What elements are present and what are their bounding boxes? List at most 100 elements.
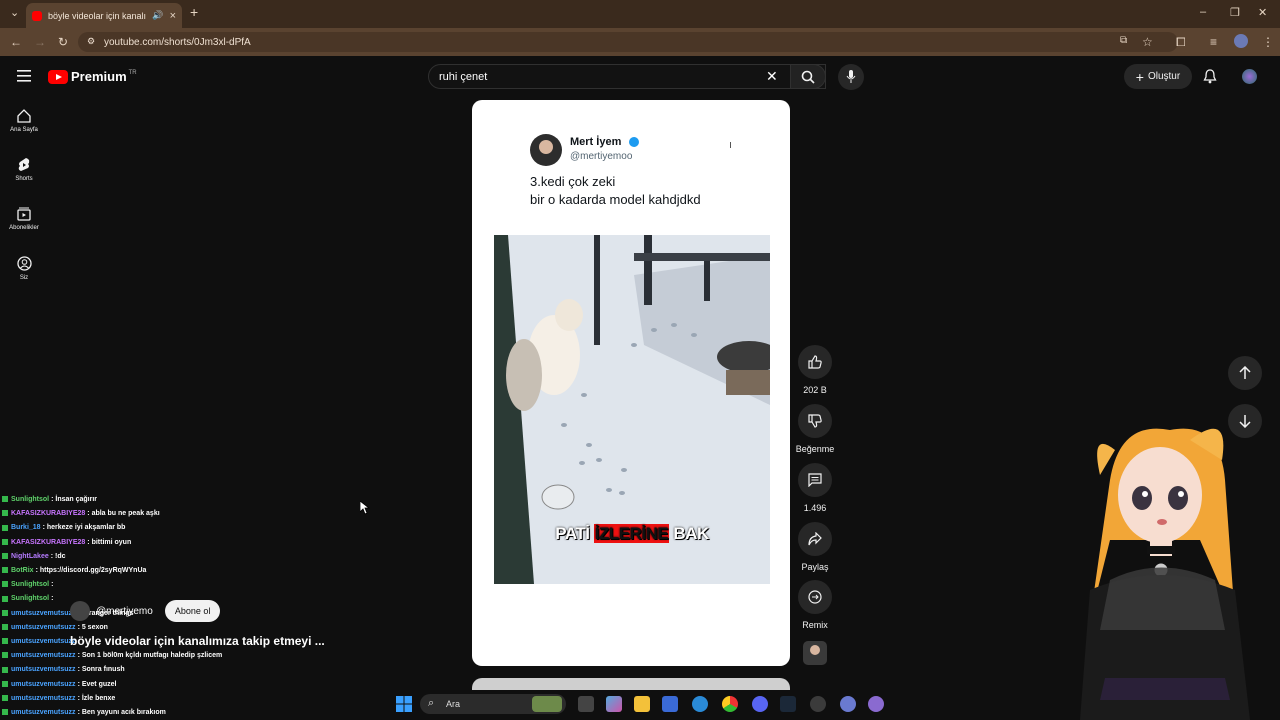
plus-icon: + xyxy=(1135,68,1144,85)
chat-text: : Son 1 böl0m kçldı mutfagı haledip şzli… xyxy=(77,652,223,660)
hamburger-menu-icon[interactable] xyxy=(17,70,31,82)
chat-username: BotRix xyxy=(11,567,34,575)
profile-avatar[interactable] xyxy=(1234,34,1248,48)
chat-username: umutsuzvemutsuzz xyxy=(11,638,76,646)
restore-icon[interactable]: ❐ xyxy=(1230,6,1240,19)
edge-icon[interactable] xyxy=(692,696,708,712)
comments-button[interactable]: 1.496 xyxy=(795,463,835,513)
chat-badge-icon xyxy=(2,524,8,531)
install-app-icon[interactable]: ⧉ xyxy=(1120,35,1127,46)
previous-short-button[interactable] xyxy=(1228,356,1262,390)
caption-word-3: BAK xyxy=(673,524,709,543)
chat-badge-icon xyxy=(2,496,8,503)
steam-icon[interactable] xyxy=(780,696,796,712)
reload-icon[interactable]: ↻ xyxy=(58,35,68,49)
browser-tab[interactable]: böyle videolar için kanalımız 🔊 × xyxy=(26,3,182,28)
chat-text: : Ben yayunı acık bırakıom xyxy=(77,709,166,717)
browser-menu-icon[interactable]: ⋮ xyxy=(1262,35,1274,49)
store-icon[interactable] xyxy=(662,696,678,712)
app-icon-2[interactable] xyxy=(868,696,884,712)
chat-badge-icon xyxy=(2,510,8,517)
like-count: 202 B xyxy=(803,385,827,395)
mouse-cursor-icon xyxy=(360,501,370,515)
youtube-premium-logo[interactable]: Premium TR xyxy=(48,69,137,84)
chat-badge-icon xyxy=(2,652,8,659)
dislike-button[interactable]: Beğenme xyxy=(795,404,835,454)
task-view-icon[interactable] xyxy=(578,696,594,712)
short-video-player[interactable]: Mert İyem @mertiyemoo 3.kedi çok zeki bi… xyxy=(472,100,790,666)
tab-audio-icon[interactable]: 🔊 xyxy=(152,10,163,21)
chat-username: umutsuzvemutsuzz xyxy=(11,623,76,631)
chat-text: : xyxy=(51,595,54,603)
chat-username: Sunlightsol xyxy=(11,581,50,589)
chat-badge-icon xyxy=(2,581,8,588)
subscribe-button[interactable]: Abone ol xyxy=(164,600,221,622)
tab-search-chevron-icon[interactable]: ⌄ xyxy=(10,6,19,19)
chat-username: KAFASIZKURABIYE28 xyxy=(11,510,86,518)
chrome-icon[interactable] xyxy=(722,696,738,712)
remix-label: Remix xyxy=(802,620,828,630)
new-tab-icon[interactable]: + xyxy=(190,4,198,20)
shorts-icon xyxy=(18,158,30,171)
media-controls-icon[interactable]: ≡ xyxy=(1210,35,1217,49)
sidebar-item-subscriptions[interactable]: Abonelikler xyxy=(0,207,48,231)
back-icon[interactable]: ← xyxy=(10,35,22,49)
thumbs-up-icon xyxy=(808,355,822,369)
chat-text: : herkeze iyi akşamlar bb xyxy=(42,524,126,532)
voice-search-button[interactable] xyxy=(838,64,864,90)
create-button[interactable]: + Oluştur xyxy=(1124,64,1192,89)
address-bar[interactable]: ⚙ youtube.com/shorts/0Jm3xl-dPfA xyxy=(78,32,1178,52)
short-title[interactable]: böyle videolar için kanalımıza takip etm… xyxy=(70,634,325,648)
remix-button[interactable]: Remix xyxy=(795,580,835,630)
chat-username: umutsuzvemutsuzz xyxy=(11,609,76,617)
copilot-icon[interactable] xyxy=(606,696,622,712)
sound-thumbnail[interactable] xyxy=(803,641,827,665)
chat-message: Sunlightsol: İnsan çağırır xyxy=(2,493,362,507)
sidebar-item-you[interactable]: Siz xyxy=(0,256,48,281)
account-avatar[interactable] xyxy=(1242,69,1257,84)
share-button[interactable]: Paylaş xyxy=(795,522,835,572)
sidebar-item-shorts[interactable]: Shorts xyxy=(0,158,48,182)
url-text: youtube.com/shorts/0Jm3xl-dPfA xyxy=(104,36,251,48)
share-arrow-icon xyxy=(808,532,822,546)
next-short-preview[interactable] xyxy=(472,678,790,690)
sidebar-item-label: Ana Sayfa xyxy=(10,127,38,133)
chat-username: umutsuzvemutsuzz xyxy=(11,694,76,702)
chat-message: umutsuzvemutsuzz: Ben yayunı acık bırakı… xyxy=(2,706,362,720)
windows-start-icon[interactable] xyxy=(396,696,412,712)
sidebar-item-home[interactable]: Ana Sayfa xyxy=(0,109,48,133)
minimize-icon[interactable]: – xyxy=(1200,6,1206,18)
subscriptions-icon xyxy=(17,207,31,221)
taskbar-search-placeholder: Ara xyxy=(446,699,461,709)
chat-message: Sunlightsol: xyxy=(2,578,362,592)
comment-icon xyxy=(808,473,822,487)
chat-badge-icon xyxy=(2,538,8,545)
window-close-icon[interactable]: ✕ xyxy=(1258,6,1267,19)
channel-avatar[interactable] xyxy=(70,601,90,621)
like-button[interactable]: 202 B xyxy=(795,345,835,395)
taskbar-search[interactable]: ⌕ Ara xyxy=(420,694,566,714)
forward-icon[interactable]: → xyxy=(34,35,46,49)
tab-close-icon[interactable]: × xyxy=(170,10,176,22)
file-explorer-icon[interactable] xyxy=(634,696,650,712)
site-info-icon[interactable]: ⚙ xyxy=(87,36,95,47)
extensions-icon[interactable]: ⧠ xyxy=(1176,35,1186,50)
obs-icon[interactable] xyxy=(810,696,826,712)
sidebar-item-label: Abonelikler xyxy=(9,225,39,231)
notifications-bell-icon[interactable] xyxy=(1203,69,1217,84)
app-icon-1[interactable] xyxy=(840,696,856,712)
discord-icon[interactable] xyxy=(752,696,768,712)
verified-badge-icon xyxy=(629,137,639,147)
bookmark-star-icon[interactable]: ☆ xyxy=(1142,35,1153,49)
channel-handle[interactable]: @mertiyemo xyxy=(96,606,153,617)
video-caption: PATİ İZLERİNE BAK xyxy=(494,524,770,544)
home-icon xyxy=(17,109,31,123)
chat-username: Sunlightsol xyxy=(11,595,50,603)
chat-message: BotRix: https://discord.gg/2syRqWYnUa xyxy=(2,564,362,578)
chat-badge-icon xyxy=(2,666,8,673)
chat-badge-icon xyxy=(2,623,8,630)
clear-search-icon[interactable]: ✕ xyxy=(766,68,778,85)
search-button[interactable] xyxy=(790,64,826,89)
chat-username: Burki_18 xyxy=(11,524,41,532)
browser-tab-bar: ⌄ böyle videolar için kanalımız 🔊 × + – … xyxy=(0,0,1280,28)
